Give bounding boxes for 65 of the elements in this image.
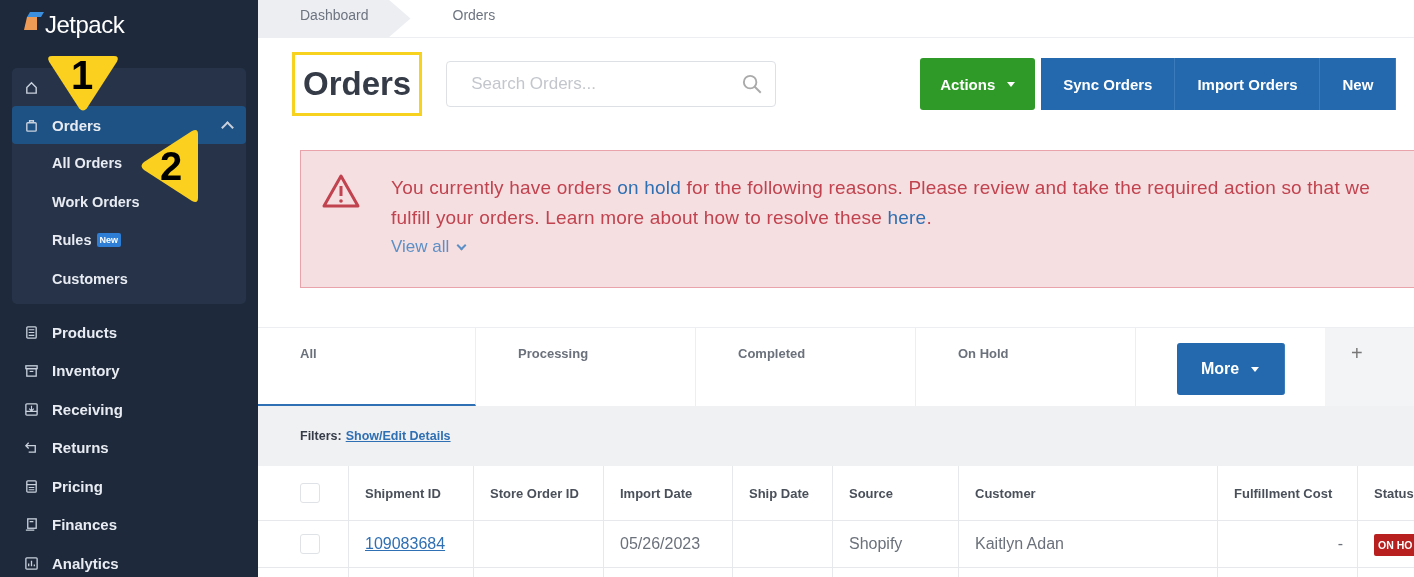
tab[interactable]: On Hold: [916, 328, 1136, 406]
search-icon: [742, 74, 763, 94]
tray-icon: [24, 401, 39, 417]
nav-item[interactable]: Inventory: [12, 351, 246, 390]
tab[interactable]: All: [258, 328, 476, 406]
nav-subitem[interactable]: All Orders: [52, 155, 123, 172]
callout-number: 2: [160, 146, 183, 186]
bar-chart-icon: [24, 555, 39, 571]
nav-item[interactable]: Orders: [12, 106, 246, 144]
caret-icon: [1007, 81, 1016, 87]
home-icon[interactable]: [24, 79, 39, 95]
return-arrow-icon: [24, 440, 39, 456]
bag-icon: [24, 117, 39, 133]
nav-subitem[interactable]: Customers: [52, 270, 128, 287]
logo-text: Jetpack: [45, 11, 125, 39]
callout-number: 1: [71, 55, 94, 95]
nav-item[interactable]: Returns: [12, 428, 246, 467]
search-field[interactable]: Search Orders...: [446, 61, 777, 107]
nav-item[interactable]: Finances: [12, 505, 246, 544]
column-header: Store Order ID: [473, 466, 604, 521]
table-cell: Shopify: [849, 535, 903, 552]
column-header: Ship Date: [732, 466, 833, 521]
column-header: Shipment ID: [348, 466, 474, 521]
alert-message: You currently have orders on hold for the following reasons. Please review and take the required action so that we fulfill your orders. Learn more about how to resolve these here.: [391, 176, 1371, 230]
checkbox[interactable]: [300, 483, 320, 503]
table-icon: [24, 478, 39, 494]
column-header: Status: [1357, 466, 1414, 521]
nav-subitem[interactable]: Rules: [52, 232, 92, 249]
box-icon: [24, 363, 39, 379]
nav-subitem[interactable]: Work Orders: [52, 193, 140, 210]
nav-item[interactable]: Analytics: [12, 544, 246, 577]
column-header: Fulfillment Cost: [1217, 466, 1358, 521]
toolbar-button[interactable]: Import Orders: [1175, 58, 1321, 110]
list-icon: [24, 324, 39, 340]
page-title: Orders: [292, 52, 423, 116]
breadcrumb-item[interactable]: Dashboard: [258, 0, 411, 37]
toolbar-button[interactable]: New: [1320, 58, 1397, 110]
table-cell: Kaitlyn Adan: [975, 535, 1064, 552]
column-header: Customer: [958, 466, 1218, 521]
more-button[interactable]: More: [1176, 343, 1285, 395]
nav-item[interactable]: Receiving: [12, 390, 246, 429]
tab[interactable]: Processing: [476, 328, 696, 406]
checkbox[interactable]: [300, 534, 320, 554]
caret-icon: [1251, 366, 1260, 372]
breadcrumb-item: Orders: [451, 6, 497, 25]
document-icon: [24, 517, 39, 533]
status-badge: ON HO: [1374, 534, 1414, 556]
tab[interactable]: Completed: [696, 328, 916, 406]
logo-icon: [24, 12, 44, 30]
table-cell: -: [1337, 535, 1343, 552]
nav-item[interactable]: Products: [12, 313, 246, 352]
nav-item[interactable]: Pricing: [12, 467, 246, 506]
filters-link[interactable]: Show/Edit Details: [345, 429, 451, 443]
shipment-link[interactable]: 109083684: [365, 535, 446, 552]
actions-button[interactable]: Actions: [920, 58, 1036, 110]
filters-label: Filters:: [300, 429, 342, 443]
alert-link[interactable]: on hold: [617, 177, 682, 198]
new-badge: New: [96, 233, 121, 248]
table-cell: 05/26/2023: [620, 535, 701, 552]
toolbar-button[interactable]: Sync Orders: [1041, 58, 1176, 110]
column-header: Import Date: [603, 466, 733, 521]
alert-link[interactable]: here: [887, 207, 927, 228]
warning-icon: [321, 173, 361, 209]
column-header: Source: [832, 466, 959, 521]
add-tab-button[interactable]: +: [1347, 340, 1367, 366]
